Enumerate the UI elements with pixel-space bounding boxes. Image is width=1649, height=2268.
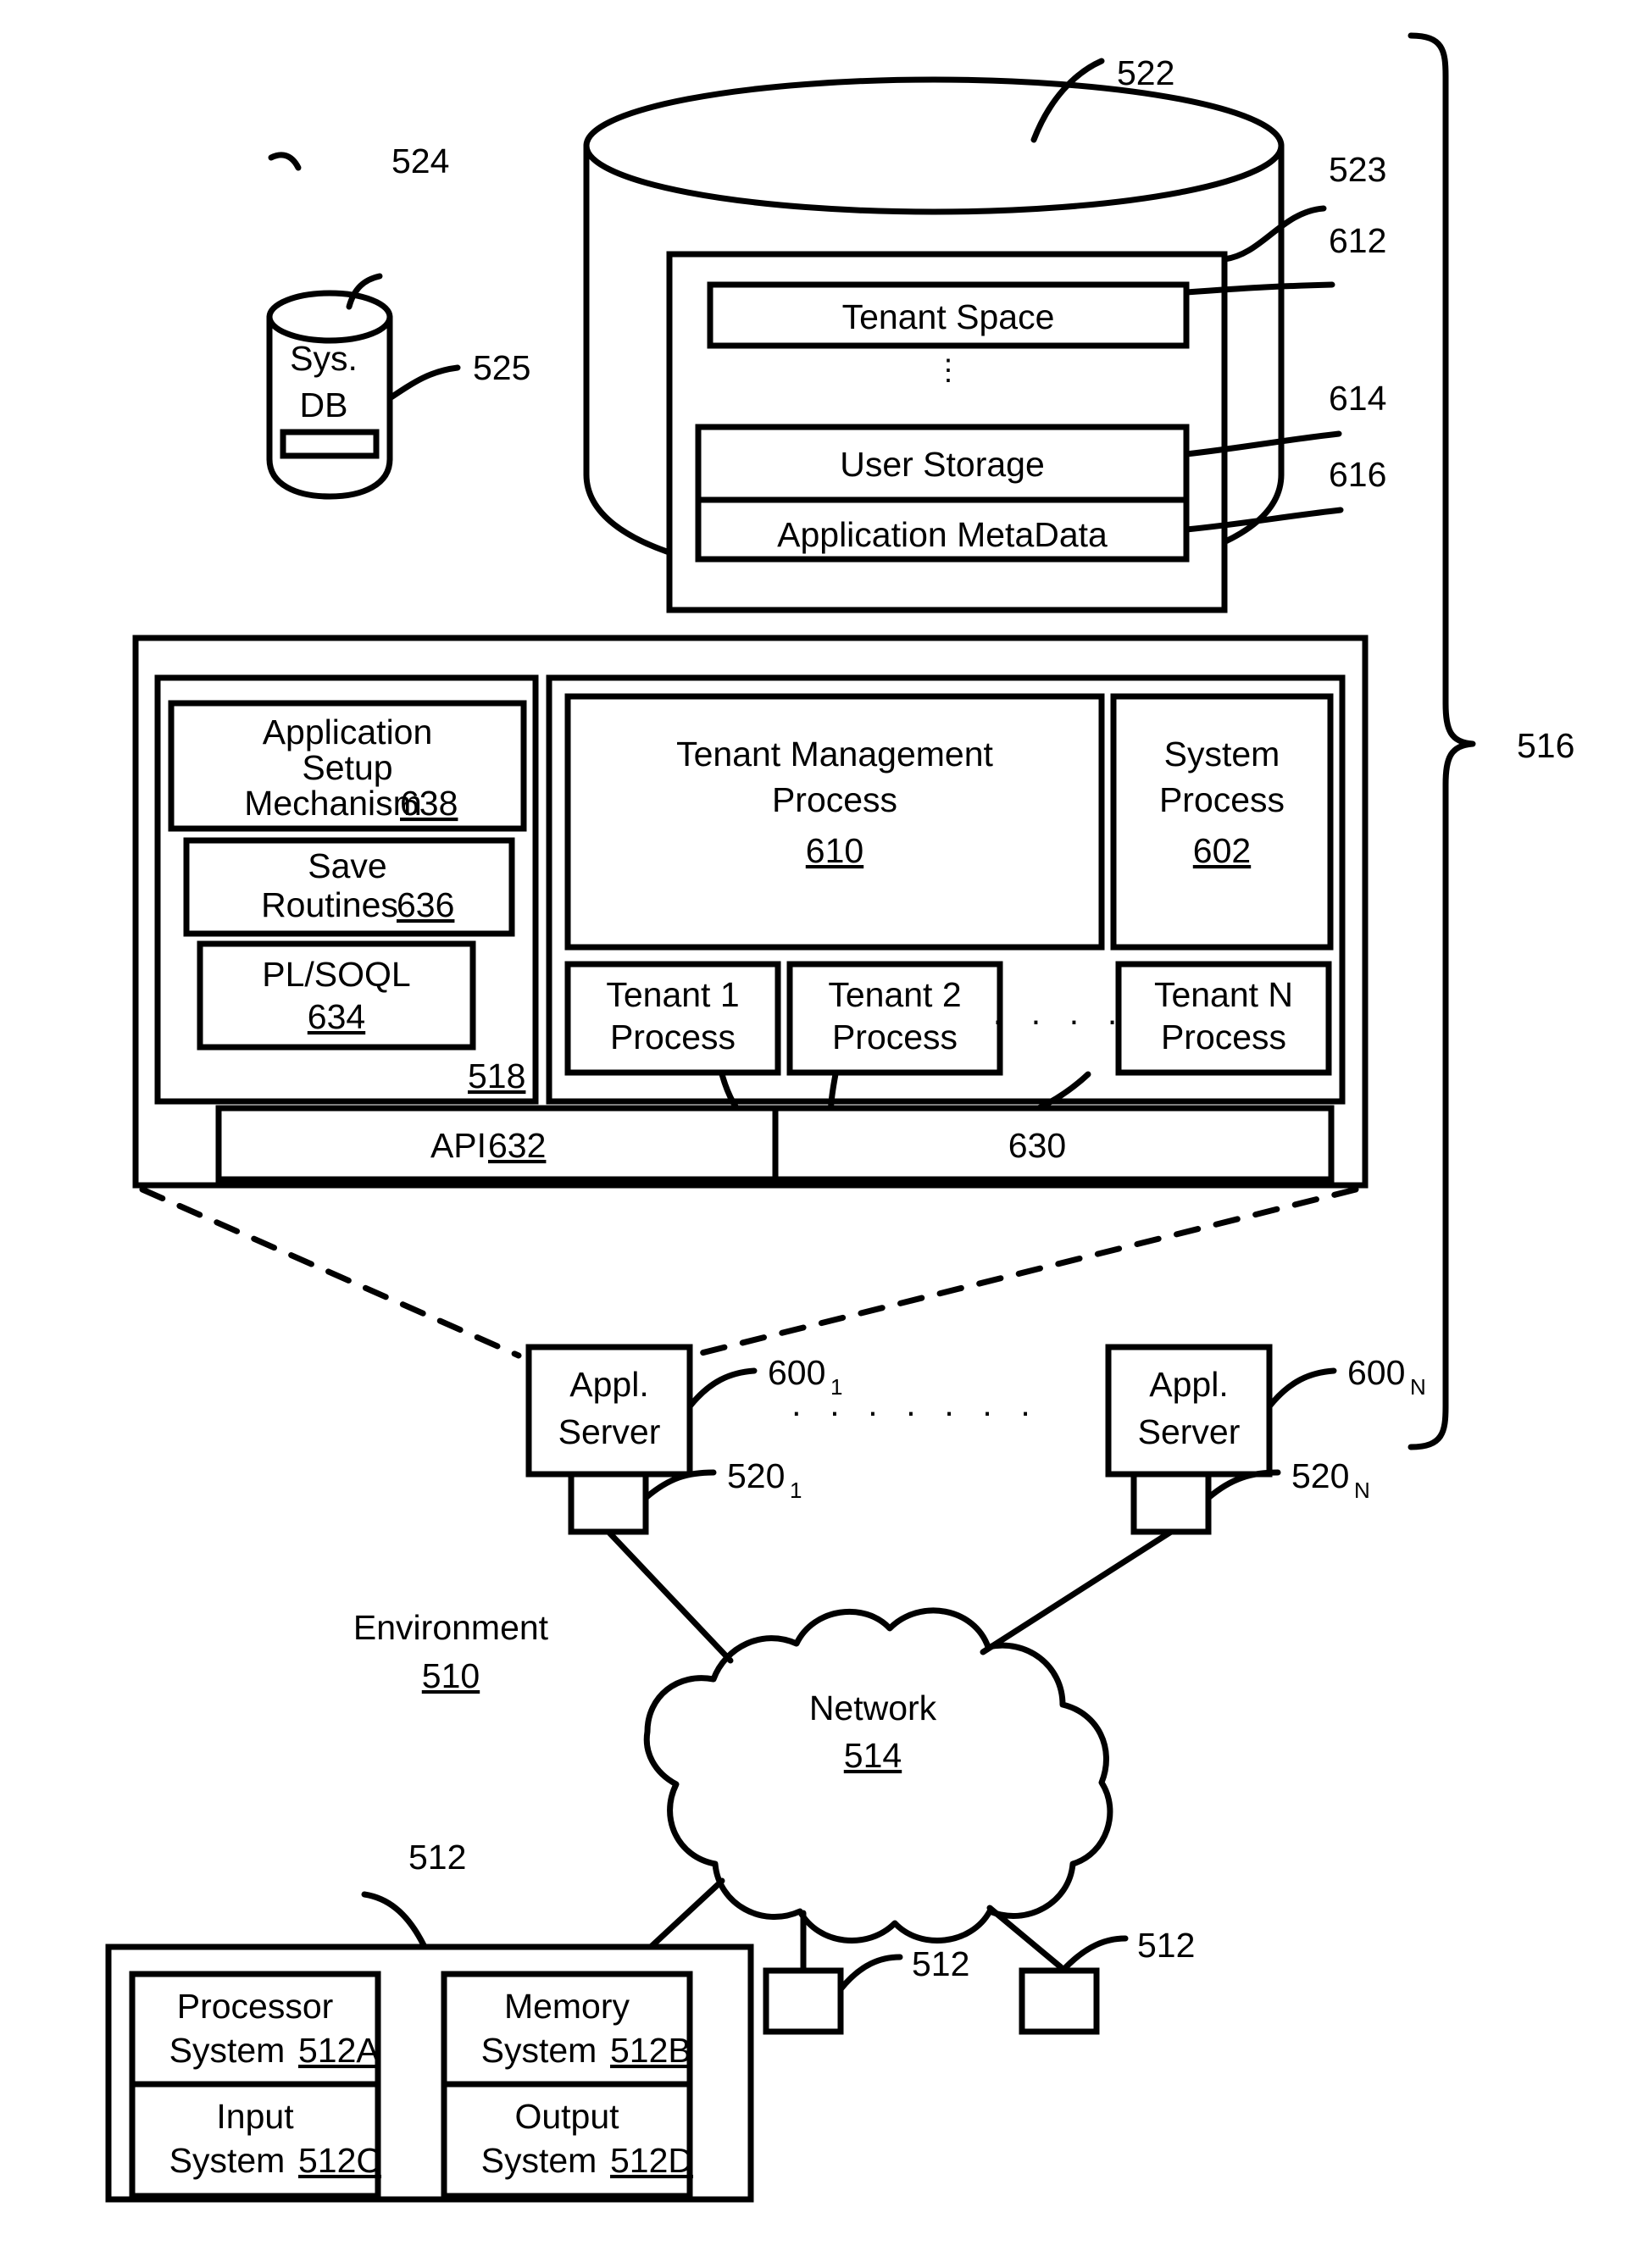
app-setup-line3: Mechanism [244,784,422,823]
appl-server-1-line1: Appl. [569,1365,648,1404]
tenant-space-label: Tenant Space [842,297,1055,336]
scope-brace-516 [1407,32,1476,1450]
memory-system-line1: Memory [504,1987,630,2026]
leader-522 [1030,58,1105,143]
ref-512A: 512A [298,2031,380,2070]
appl-server-n-line2: Server [1138,1412,1241,1451]
leader-524-hook [268,152,302,171]
leader-600-1 [686,1367,758,1410]
tenant-process-ellipsis: · · · · [992,1001,1127,1040]
api-label: API [430,1126,486,1165]
ref-523: 523 [1329,150,1386,189]
sys-db-label-line2: DB [300,385,348,424]
ref-520-n-sub: N [1354,1478,1370,1503]
leader-523 [1221,205,1327,263]
tenant-mgmt-line1: Tenant Management [676,735,993,774]
tenant-mgmt-line2: Process [772,780,897,819]
appl-server-1-port [568,1471,649,1535]
ref-512-terminal2: 512 [1137,1926,1195,1965]
ref-612: 612 [1329,221,1386,260]
ref-600-n-sub: N [1410,1374,1426,1400]
application-metadata-label: Application MetaData [777,515,1108,554]
network-cloud [643,1607,1113,1944]
appl-server-ellipsis: · · · · · · · [791,1392,1040,1431]
save-routines-line2: Routines [261,885,398,924]
ref-512-usersystem: 512 [408,1838,466,1877]
leader-512-usersystem [361,1891,427,1949]
ref-610: 610 [806,831,863,870]
appl-server-n-line1: Appl. [1149,1365,1228,1404]
tenant-1-line1: Tenant 1 [606,975,739,1014]
link-servern-network [980,1528,1174,1655]
expansion-line-right [688,1186,1359,1359]
ref-520-1-sub: 1 [790,1478,802,1503]
input-system-line1: Input [216,2097,294,2136]
ref-516: 516 [1517,726,1574,765]
save-routines-line1: Save [308,846,386,885]
output-system-line2: System [481,2141,597,2180]
ref-512C: 512C [298,2141,381,2180]
ref-522: 522 [1117,53,1174,92]
app-setup-line1: Application [263,713,433,751]
ref-518: 518 [468,1056,525,1095]
user-storage-label: User Storage [840,445,1045,484]
memory-system-line2: System [481,2031,597,2070]
expansion-line-left [139,1186,522,1359]
appl-server-1-line2: Server [558,1412,661,1451]
network-label: Network [809,1689,937,1727]
leader-512-terminal1 [837,1954,903,1993]
patent-figure-page: 516 522 Tenant Space ⋮ User Storage Appl… [0,0,1649,2268]
ref-510: 510 [422,1656,480,1695]
system-process-line1: System [1164,735,1280,774]
ref-636: 636 [397,885,454,924]
ref-602: 602 [1193,831,1251,870]
environment-label: Environment [353,1608,549,1647]
tenant-2-line2: Process [832,1018,958,1056]
figure-canvas: 516 522 Tenant Space ⋮ User Storage Appl… [105,32,1574,2203]
processor-system-line1: Processor [177,1987,334,2026]
app-setup-line2: Setup [302,748,392,787]
terminal-box-1 [763,1967,844,2035]
ref-520-1: 520 [727,1456,785,1495]
leader-600-n [1266,1367,1337,1410]
ref-512D: 512D [610,2141,693,2180]
ref-520-n: 520 [1291,1456,1349,1495]
leader-525 [386,364,461,402]
ref-512B: 512B [610,2031,691,2070]
plsoql-line1: PL/SOQL [262,955,410,994]
link-network-usersystem [647,1877,725,1950]
ref-514: 514 [844,1736,902,1775]
leader-512-terminal2 [1059,1935,1129,1974]
ref-630: 630 [1008,1126,1066,1165]
appl-server-n-port [1130,1471,1212,1535]
ref-634: 634 [308,997,365,1036]
processor-system-line2: System [169,2031,286,2070]
ref-512-terminal1: 512 [912,1944,969,1983]
input-system-line2: System [169,2141,286,2180]
system-process-line2: Process [1159,780,1285,819]
ref-600-1: 600 [768,1353,825,1392]
ref-616: 616 [1329,455,1386,494]
terminal-box-2 [1019,1967,1100,2035]
link-server1-network [605,1528,734,1664]
tenant-n-line2: Process [1161,1018,1286,1056]
ref-632: 632 [488,1126,546,1165]
output-system-line1: Output [514,2097,619,2136]
tenant-1-line2: Process [610,1018,736,1056]
sys-db-label-line1: Sys. [290,339,358,378]
tenant-2-line1: Tenant 2 [828,975,961,1014]
ref-600-n: 600 [1347,1353,1405,1392]
ref-524: 524 [391,141,449,180]
ref-614: 614 [1329,379,1386,418]
tenant-n-line1: Tenant N [1154,975,1293,1014]
ref-638: 638 [400,784,458,823]
vertical-ellipsis: ⋮ [934,354,963,386]
ref-525: 525 [473,348,530,387]
sys-db-slot [280,429,380,459]
